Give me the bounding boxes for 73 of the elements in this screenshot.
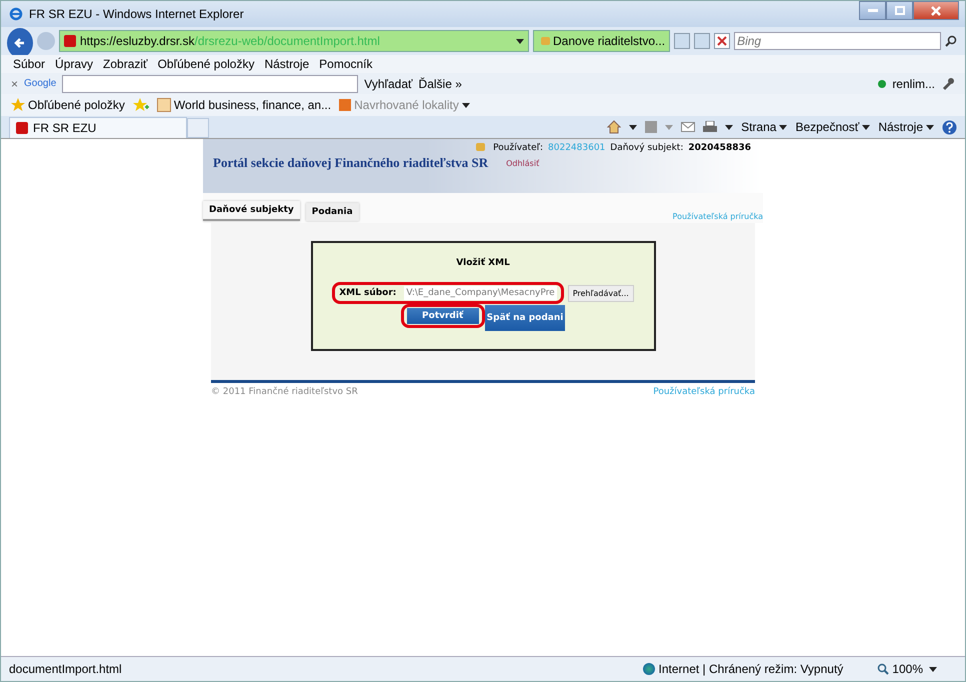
wrench-icon[interactable] bbox=[941, 76, 955, 90]
copyright-text: © 2011 Finančné riaditeľstvo SR bbox=[211, 387, 358, 397]
add-favorite-icon[interactable] bbox=[132, 98, 149, 112]
mail-icon[interactable] bbox=[681, 122, 696, 132]
security-zone: Internet | Chránený režim: Vypnutý bbox=[658, 662, 844, 676]
window-title: FR SR EZU - Windows Internet Explorer bbox=[29, 7, 244, 21]
browser-icon bbox=[9, 7, 23, 21]
maximize-button[interactable] bbox=[886, 1, 913, 20]
command-menu[interactable]: Nástroje bbox=[878, 120, 934, 134]
site-icon bbox=[16, 122, 28, 134]
google-search-field[interactable] bbox=[62, 74, 358, 92]
field-label: XML súbor: bbox=[339, 288, 396, 298]
back-icon[interactable] bbox=[7, 28, 33, 58]
confirm-button[interactable]: Potvrdiť bbox=[406, 308, 479, 324]
minimize-icon bbox=[868, 8, 878, 12]
caret-icon[interactable] bbox=[725, 124, 734, 130]
printer-icon[interactable] bbox=[703, 120, 718, 134]
menu-item[interactable]: Pomocník bbox=[319, 57, 373, 71]
caret-icon bbox=[929, 666, 937, 672]
favorites-button[interactable]: Obľúbené položky bbox=[11, 98, 125, 112]
portal-title: Portál sekcie daňovej Finančného riaditeľstva SR bbox=[213, 155, 488, 171]
file-input-field[interactable]: V:\E_dane_Company\MesacnyPre bbox=[404, 286, 557, 300]
search-field[interactable]: Bing bbox=[734, 32, 941, 50]
caret-icon bbox=[926, 124, 934, 130]
menu-item[interactable]: Úpravy bbox=[55, 57, 94, 71]
menu-item[interactable]: Nástroje bbox=[264, 57, 310, 71]
command-menu[interactable]: Strana bbox=[741, 120, 788, 134]
menu-item[interactable]: Zobraziť bbox=[103, 57, 148, 71]
zoom-button[interactable]: 100% bbox=[877, 662, 937, 676]
caret-icon bbox=[779, 124, 788, 130]
favorite-link[interactable]: World business, finance, an... bbox=[156, 98, 332, 112]
user-label: Používateľ: bbox=[493, 143, 544, 153]
magnifier-icon bbox=[877, 663, 890, 675]
caret-icon bbox=[862, 124, 870, 130]
nav-tab[interactable]: Podania bbox=[306, 203, 359, 221]
lock-icon bbox=[541, 37, 550, 45]
help-icon[interactable] bbox=[942, 120, 957, 134]
subject-label: Daňový subjekt: bbox=[610, 143, 684, 153]
menu-item[interactable]: Súbor bbox=[13, 57, 46, 71]
search-toolbar-button[interactable]: Vyhľadať bbox=[364, 76, 413, 90]
close-icon bbox=[931, 6, 941, 16]
status-dot-icon bbox=[878, 80, 886, 88]
search-icon[interactable] bbox=[945, 35, 959, 47]
url-host: https://esluzby.drsr.sk bbox=[80, 34, 194, 48]
site-icon bbox=[64, 35, 76, 47]
lock-icon bbox=[476, 143, 486, 151]
google-logo: Google bbox=[24, 78, 56, 89]
subject-id: 2020458836 bbox=[688, 143, 751, 153]
url-path: /drsrezu-web/documentImport.html bbox=[194, 34, 380, 48]
menu-item[interactable]: Obľúbené položky bbox=[158, 57, 254, 71]
status-url: documentImport.html bbox=[9, 662, 122, 676]
globe-icon bbox=[642, 663, 655, 675]
star-icon bbox=[11, 98, 25, 112]
browser-tab[interactable]: FR SR EZU bbox=[9, 117, 187, 138]
caret-icon[interactable] bbox=[516, 38, 524, 44]
caret-icon bbox=[462, 102, 470, 108]
nav-tab[interactable]: Daňové subjekty bbox=[203, 201, 300, 221]
site-identity-button[interactable]: Danove riaditelstvo... bbox=[533, 30, 670, 52]
caret-icon[interactable] bbox=[629, 124, 638, 130]
stop-icon[interactable] bbox=[714, 33, 730, 49]
logout-link[interactable]: Odhlásiť bbox=[506, 158, 540, 168]
more-button[interactable]: Ďalšie » bbox=[418, 76, 462, 90]
maximize-icon bbox=[894, 6, 904, 15]
minimize-button[interactable] bbox=[859, 1, 886, 20]
close-toolbar-button[interactable]: × bbox=[11, 76, 18, 90]
account-button[interactable]: renlim... bbox=[892, 76, 935, 90]
address-field[interactable]: https://esluzby.drsr.sk/drsrezu-web/documentImport.html bbox=[59, 30, 529, 52]
command-menu[interactable]: Bezpečnosť bbox=[795, 120, 870, 134]
close-button[interactable] bbox=[913, 1, 959, 20]
browse-button[interactable]: Prehľadávať... bbox=[568, 284, 634, 302]
back-button[interactable]: Späť na podani bbox=[484, 305, 566, 331]
home-icon[interactable] bbox=[607, 120, 622, 134]
dialog-title: Vložiť XML bbox=[456, 258, 510, 268]
